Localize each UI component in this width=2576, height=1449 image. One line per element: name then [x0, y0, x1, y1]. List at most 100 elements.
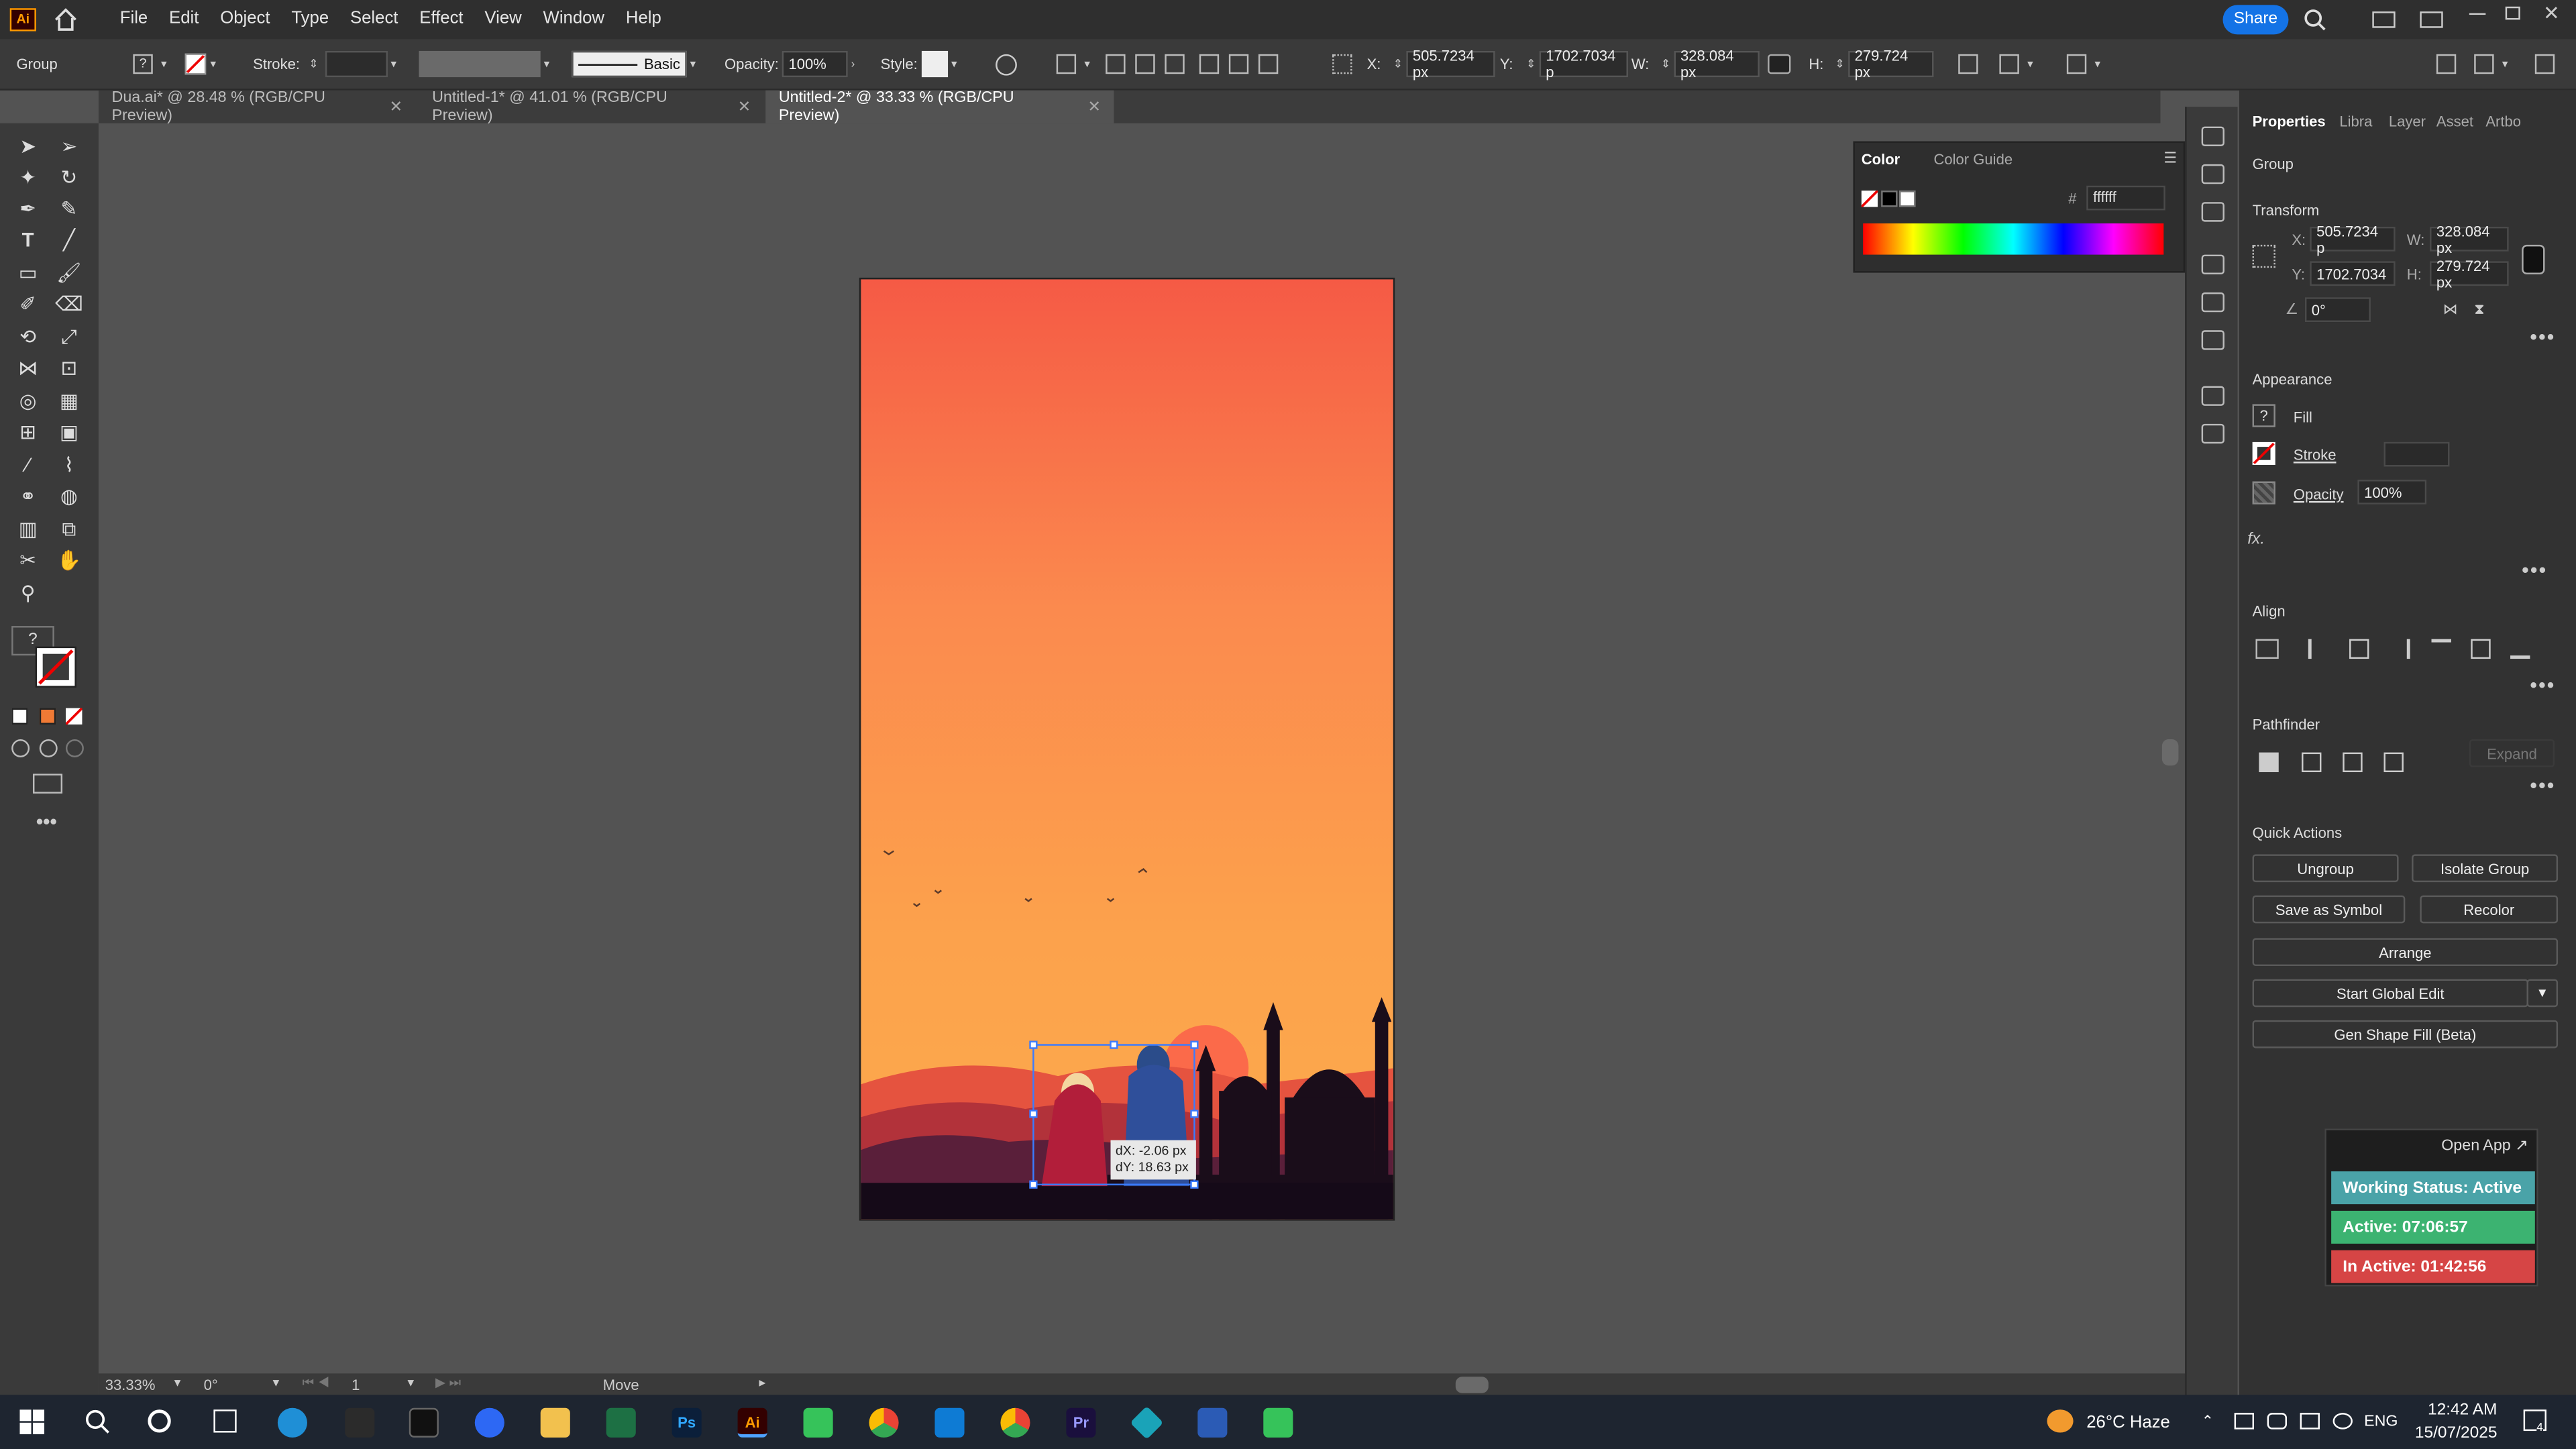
search-icon[interactable]: [2303, 8, 2326, 31]
stroke-color-icon[interactable]: [34, 645, 77, 688]
symbol-sprayer-tool-icon[interactable]: ◍: [54, 483, 84, 509]
h-field[interactable]: ⇕ 279.724 px: [1832, 48, 1934, 80]
network-icon[interactable]: [2300, 1413, 2320, 1430]
graphic-styles-panel-icon[interactable]: [2201, 423, 2224, 444]
constrain-link-icon[interactable]: [2522, 244, 2545, 274]
home-icon[interactable]: [52, 8, 78, 31]
artboard-tool-icon[interactable]: ⧉: [54, 516, 84, 542]
opacity-field[interactable]: 100% ›: [782, 49, 855, 78]
exclude-icon[interactable]: [2383, 752, 2404, 773]
align-bottom-icon[interactable]: [2510, 639, 2530, 659]
align-to-icon[interactable]: [2255, 639, 2279, 659]
gradient-mode-icon[interactable]: [39, 708, 56, 725]
line-tool-icon[interactable]: ╱: [54, 227, 84, 253]
artboard[interactable]: dX: -2.06 px dY: 18.63 px: [859, 277, 1395, 1221]
canvas-vertical-scrollbar[interactable]: [2161, 739, 2179, 766]
stroke-swatch-icon[interactable]: [2252, 441, 2275, 466]
align-right-icon[interactable]: [1165, 54, 1185, 74]
align-left-icon[interactable]: [2308, 639, 2328, 659]
menu-help[interactable]: Help: [626, 8, 661, 28]
opacity-field[interactable]: 100%: [2357, 480, 2427, 504]
illustrator-icon[interactable]: Ai: [737, 1407, 767, 1438]
appearance-panel-icon[interactable]: [2201, 386, 2224, 406]
menu-select[interactable]: Select: [350, 8, 398, 28]
h-field[interactable]: 279.724 px: [2430, 257, 2509, 290]
clock-time[interactable]: 12:42 AM: [2425, 1401, 2498, 1419]
style-swatch[interactable]: ▾: [921, 49, 957, 78]
none-mode-icon[interactable]: [64, 707, 83, 726]
brush-definition[interactable]: Basic ▾: [572, 49, 696, 78]
scale-tool-icon[interactable]: ⤢: [54, 323, 84, 350]
tab-untitled-2[interactable]: Untitled-2* @ 33.33 % (RGB/CPU Preview) ✕: [765, 89, 1114, 125]
gen-shape-fill-button[interactable]: Gen Shape Fill (Beta): [2252, 1020, 2559, 1049]
color-tab[interactable]: Color: [1862, 151, 1900, 167]
color-guide-tab[interactable]: Color Guide: [1933, 151, 2012, 167]
excel-icon[interactable]: [606, 1407, 636, 1438]
gradient-panel-icon[interactable]: [2201, 292, 2224, 313]
tab-asset-export[interactable]: Asset: [2436, 113, 2473, 129]
h-value[interactable]: 279.724 px: [1847, 48, 1934, 80]
eraser-tool-icon[interactable]: ⌫: [54, 290, 84, 317]
align-more-icon[interactable]: •••: [2530, 674, 2555, 696]
x-value[interactable]: 505.7234 px: [1406, 48, 1495, 80]
isolate-icon[interactable]: ▾: [1994, 49, 2033, 78]
global-edit-options-icon[interactable]: ▾: [2526, 979, 2559, 1008]
zoom-tool-icon[interactable]: ⚲: [13, 580, 43, 606]
start-global-edit-button[interactable]: Start Global Edit: [2252, 979, 2529, 1008]
vscode-icon[interactable]: [934, 1407, 965, 1438]
tab-properties[interactable]: Properties: [2253, 113, 2326, 129]
magic-wand-tool-icon[interactable]: ✦: [13, 164, 43, 191]
align-right-icon[interactable]: [2390, 639, 2410, 659]
zoom-level[interactable]: 33.33%: [105, 1377, 156, 1393]
layout-icon[interactable]: ▾: [2469, 49, 2508, 78]
first-artboard-icon[interactable]: ⏮ ◀: [303, 1375, 330, 1391]
draw-behind-icon[interactable]: [39, 739, 58, 757]
close-icon[interactable]: ✕: [1087, 98, 1101, 116]
w-field[interactable]: 328.084 px: [2430, 223, 2509, 256]
chat-app-2-icon[interactable]: [1263, 1407, 1293, 1438]
reference-point-icon[interactable]: [2252, 244, 2275, 268]
restore-button[interactable]: [2505, 6, 2520, 20]
free-transform-tool-icon[interactable]: ⊡: [54, 355, 84, 381]
fill-swatch[interactable]: ? ▾: [128, 49, 167, 78]
edit-toolbar-icon[interactable]: •••: [36, 810, 57, 833]
distribute-icon[interactable]: ▾: [2061, 49, 2100, 78]
canvas-horizontal-scrollbar[interactable]: [1455, 1377, 1489, 1393]
weather-icon[interactable]: [2047, 1409, 2074, 1433]
shaper-tool-icon[interactable]: ✐: [13, 290, 43, 317]
stroke-weight-field[interactable]: ⇕ ▾: [306, 49, 396, 78]
app-logo[interactable]: Ai: [9, 8, 36, 32]
workspace-icon[interactable]: [2420, 11, 2443, 28]
menu-effect[interactable]: Effect: [419, 8, 463, 28]
artboard-number[interactable]: 1: [352, 1377, 360, 1393]
recolor-button[interactable]: Recolor: [2420, 895, 2559, 924]
taskbar-search-icon[interactable]: [84, 1408, 110, 1434]
black-swatch[interactable]: [1881, 191, 1898, 207]
gradient-tool-icon[interactable]: ▣: [54, 419, 84, 445]
align-left-icon[interactable]: [1106, 54, 1126, 74]
rotate-view[interactable]: 0°: [204, 1377, 218, 1393]
menu-file[interactable]: File: [120, 8, 148, 28]
type-tool-icon[interactable]: T: [13, 227, 43, 253]
appearance-more-icon[interactable]: •••: [2522, 559, 2547, 582]
graph-tool-icon[interactable]: ▥: [13, 516, 43, 542]
close-button[interactable]: ✕: [2543, 1, 2560, 24]
white-swatch[interactable]: [1899, 191, 1916, 207]
panel-menu-icon[interactable]: ☰: [2163, 150, 2177, 168]
arrange-button[interactable]: Arrange: [2252, 938, 2559, 967]
opacity-label[interactable]: Opacity: [2294, 486, 2344, 502]
transform-icon[interactable]: [1953, 49, 1983, 78]
close-icon[interactable]: ✕: [738, 98, 751, 116]
align-hcenter-icon[interactable]: [2349, 639, 2369, 659]
minus-front-icon[interactable]: [2302, 752, 2322, 773]
menu-object[interactable]: Object: [220, 8, 270, 28]
effects-icon[interactable]: fx.: [2247, 531, 2265, 549]
zoom-dropdown-icon[interactable]: ▾: [174, 1375, 181, 1390]
hex-input[interactable]: ffffff: [2086, 185, 2165, 211]
menu-view[interactable]: View: [484, 8, 521, 28]
terminal-icon[interactable]: [409, 1407, 439, 1438]
constrain-proportions-icon[interactable]: [1768, 49, 1791, 78]
color-mode-icon[interactable]: [11, 708, 28, 725]
zoom-icon[interactable]: [474, 1407, 504, 1438]
ungroup-button[interactable]: Ungroup: [2252, 854, 2399, 883]
